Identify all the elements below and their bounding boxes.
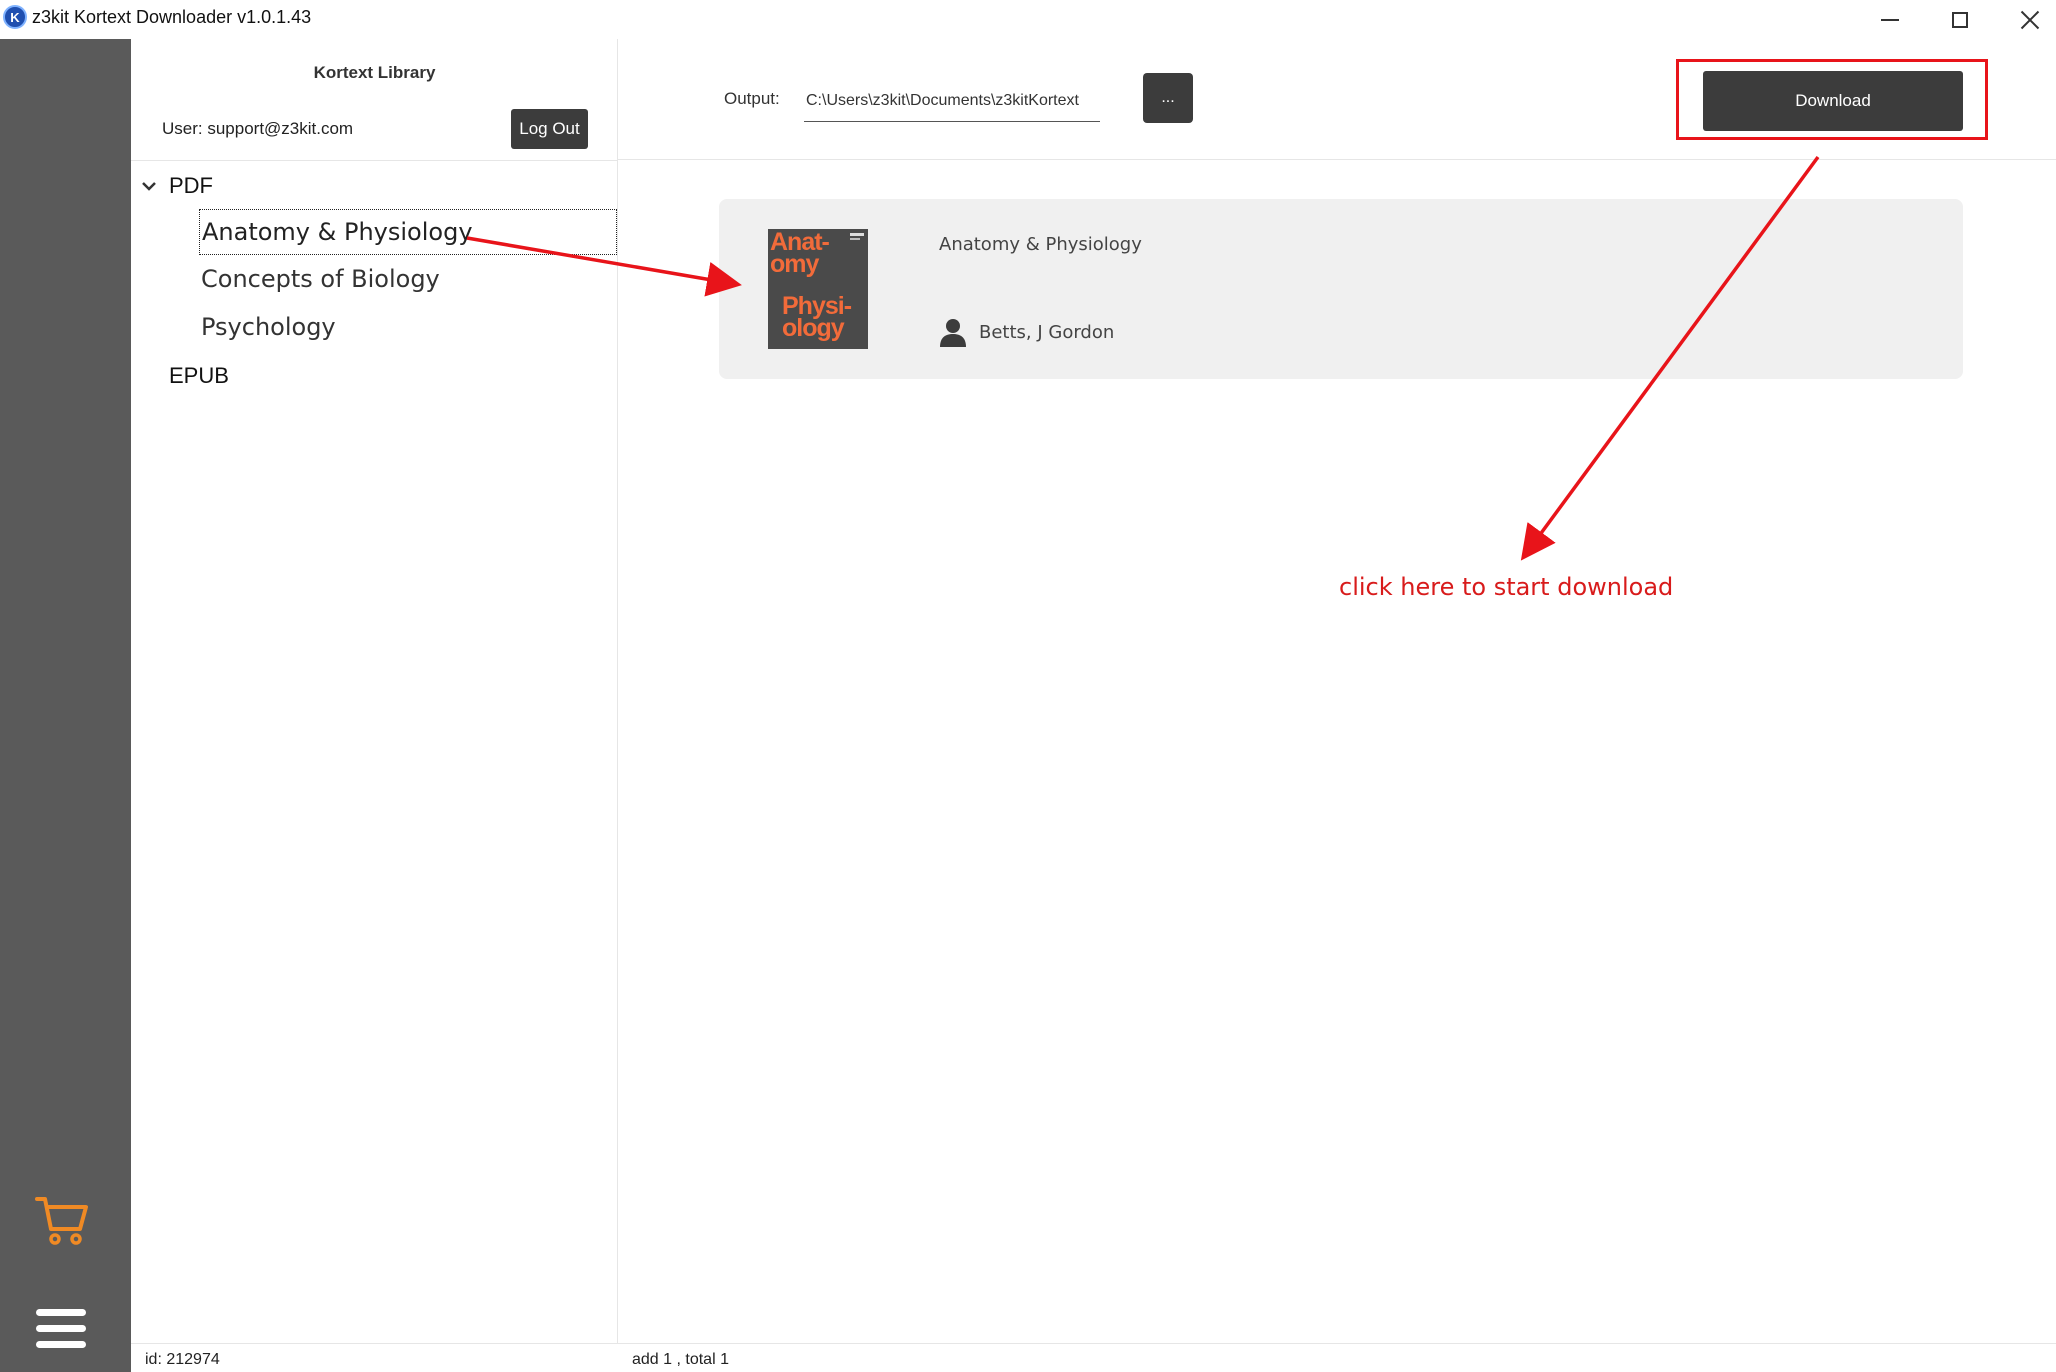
close-button[interactable] bbox=[1995, 0, 2056, 39]
tree-item-anatomy-physiology[interactable]: Anatomy & Physiology bbox=[199, 209, 617, 255]
user-label: User: support@z3kit.com bbox=[162, 119, 354, 138]
title-bar: K z3kit Kortext Downloader v1.0.1.43 bbox=[0, 0, 2056, 39]
book-cover: Anat- omy Physi- ology bbox=[768, 229, 868, 349]
status-id: id: 212974 bbox=[145, 1351, 220, 1368]
hamburger-menu-icon[interactable] bbox=[36, 1309, 86, 1359]
app-logo-icon: K bbox=[3, 5, 27, 29]
status-bar-left: id: 212974 bbox=[131, 1343, 618, 1372]
book-card[interactable]: Anat- omy Physi- ology Anatomy & Physiol… bbox=[719, 199, 1963, 379]
cover-text-bottom: Physi- ology bbox=[782, 292, 852, 342]
status-count: add 1 , total 1 bbox=[632, 1351, 729, 1368]
tree-item-concepts-of-biology[interactable]: Concepts of Biology bbox=[199, 257, 617, 303]
minimize-icon bbox=[1881, 18, 1899, 21]
person-icon bbox=[940, 319, 966, 347]
divider bbox=[618, 159, 2056, 160]
annotation-text: click here to start download bbox=[1339, 573, 1674, 601]
maximize-button[interactable] bbox=[1925, 0, 1995, 39]
cover-text-top: Anat- omy bbox=[770, 229, 830, 278]
maximize-icon bbox=[1952, 11, 1968, 28]
book-author: Betts, J Gordon bbox=[979, 322, 1115, 343]
book-title: Anatomy & Physiology bbox=[939, 234, 1142, 255]
tree-node-epub[interactable]: EPUB bbox=[169, 363, 229, 389]
browse-button[interactable]: ... bbox=[1143, 73, 1193, 123]
left-rail bbox=[0, 39, 131, 1372]
library-panel: Kortext Library User: support@z3kit.com … bbox=[131, 39, 618, 1343]
chevron-down-icon[interactable] bbox=[139, 177, 159, 197]
output-label: Output: bbox=[724, 89, 780, 108]
close-icon bbox=[2020, 10, 2040, 30]
tree-item-psychology[interactable]: Psychology bbox=[199, 305, 617, 351]
divider bbox=[131, 160, 618, 161]
status-bar-right: add 1 , total 1 bbox=[618, 1343, 2056, 1372]
library-title: Kortext Library bbox=[313, 63, 436, 82]
tree-node-pdf[interactable]: PDF bbox=[169, 173, 213, 199]
cart-icon[interactable] bbox=[34, 1193, 90, 1249]
annotation-highlight-box bbox=[1676, 59, 1988, 140]
logout-button[interactable]: Log Out bbox=[511, 109, 588, 149]
window-title: z3kit Kortext Downloader v1.0.1.43 bbox=[32, 7, 312, 27]
output-path-input[interactable] bbox=[804, 80, 1100, 122]
minimize-button[interactable] bbox=[1855, 0, 1925, 39]
